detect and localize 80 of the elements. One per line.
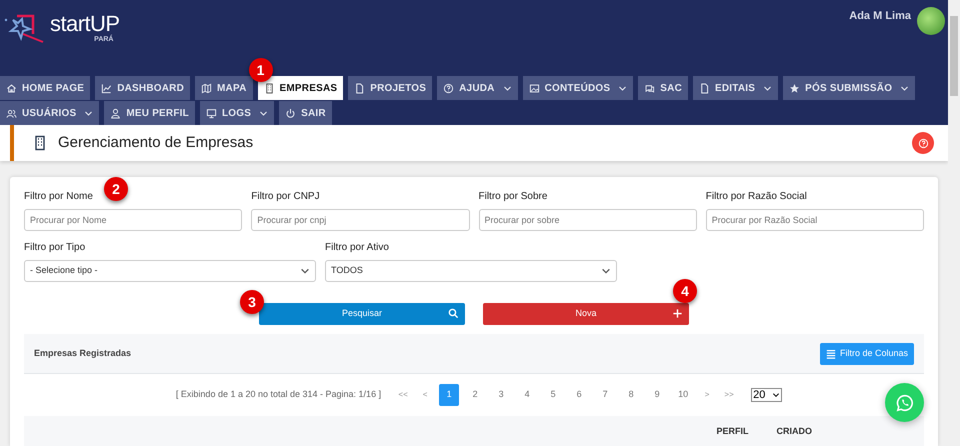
map-icon [201, 82, 212, 94]
step-number-badge: 2 [104, 177, 128, 201]
help-icon [918, 138, 928, 148]
field-label: Filtro por Nome [24, 190, 93, 204]
document-icon [354, 82, 366, 94]
help-icon [443, 82, 454, 94]
page-link[interactable]: 1 [439, 384, 460, 406]
power-icon [285, 108, 296, 118]
list-icon [826, 348, 836, 358]
text-input[interactable]: Procurar por cnpj [251, 209, 470, 231]
text-input[interactable]: Procurar por Nome [24, 209, 242, 231]
chevron-down-icon [601, 266, 611, 276]
nav-tab[interactable]: PROJETOS [348, 76, 432, 100]
field-label: Filtro por Ativo [325, 241, 390, 255]
field-label: Filtro por CNPJ [251, 190, 320, 204]
table-title: Empresas Registradas [34, 346, 132, 360]
user-icon [110, 108, 122, 118]
plus-icon [672, 308, 683, 319]
phone-chat-icon [896, 394, 914, 412]
last-page-link[interactable]: >> [721, 384, 738, 406]
nav-tab[interactable]: SAC [638, 76, 688, 100]
pagination-summary: [ Exibindo de 1 a 20 no total de 314 - Pagina: 1/16 ] [176, 388, 382, 402]
nav-tab[interactable]: LOGS [200, 101, 274, 125]
step-number-badge: 4 [673, 279, 697, 303]
monitor-icon [206, 108, 217, 118]
text-input[interactable]: Procurar por sobre [478, 209, 697, 231]
nav-tab[interactable]: EDITAIS [693, 76, 778, 100]
nav-tab[interactable]: AJUDA [437, 76, 518, 100]
step-number-badge: 1 [248, 58, 273, 82]
text-input[interactable]: Procurar por Razão Social [706, 209, 924, 231]
next-page-link[interactable]: > [699, 384, 716, 406]
page-link[interactable]: 6 [569, 384, 590, 406]
search-button[interactable]: Pesquisar [259, 303, 465, 325]
chevron-down-icon [300, 266, 310, 276]
accent-bar [10, 125, 14, 161]
dropdown-select[interactable]: - Selecione tipo - [24, 260, 316, 282]
search-icon [448, 308, 459, 319]
user-name[interactable]: Ada M Lima [849, 8, 911, 24]
column-filter-button[interactable]: Filtro de Colunas [820, 342, 914, 364]
nav-tab[interactable]: EMPRESAS [258, 76, 344, 100]
dropdown-select[interactable]: TODOS [325, 260, 617, 282]
users-icon [6, 108, 17, 118]
page-link[interactable]: 9 [647, 384, 668, 406]
field-label: Filtro por Razão Social [706, 190, 807, 204]
nav-tab[interactable]: HOME PAGE [0, 76, 90, 100]
nav-tab[interactable]: CONTEÚDOS [522, 76, 634, 100]
nav-tab[interactable]: MAPA [195, 76, 253, 100]
new-button[interactable]: Nova [483, 303, 689, 325]
document-icon [699, 82, 710, 94]
field-label: Filtro por Sobre [478, 190, 548, 204]
help-button[interactable] [912, 132, 934, 154]
star-icon [789, 82, 800, 94]
avatar[interactable] [917, 7, 945, 35]
page-link[interactable]: 2 [465, 384, 486, 406]
line-chart-icon [101, 82, 112, 94]
page-link[interactable]: 4 [517, 384, 538, 406]
page-link[interactable]: 10 [673, 384, 694, 406]
page-size-select[interactable]: 20 [751, 388, 782, 402]
chat-bubbles-icon [644, 82, 656, 94]
nav-tab[interactable]: DASHBOARD [95, 76, 190, 100]
house-icon [6, 82, 17, 94]
column-header: PERFIL [716, 426, 748, 436]
caret-icon [772, 391, 780, 399]
logo-text: startUP [50, 12, 120, 36]
step-number-badge: 3 [240, 290, 264, 314]
first-page-link[interactable]: << [395, 384, 412, 406]
building-icon [264, 82, 275, 94]
nav-tab[interactable]: PÓS SUBMISSÃO [783, 76, 916, 100]
nav-tab[interactable]: MEU PERFIL [104, 101, 195, 125]
page-link[interactable]: 7 [595, 384, 616, 406]
previous-page-link[interactable]: < [417, 384, 434, 406]
nav-tab[interactable]: SAIR [279, 101, 332, 125]
nav-tab[interactable]: USUÁRIOS [0, 101, 100, 125]
image-icon [528, 82, 540, 94]
page-link[interactable]: 8 [621, 384, 642, 406]
page-link[interactable]: 5 [543, 384, 564, 406]
field-label: Filtro por Tipo [24, 241, 86, 255]
page-link[interactable]: 3 [491, 384, 512, 406]
column-header: CRIADO [776, 426, 812, 436]
page-title: Gerenciamento de Empresas [58, 132, 254, 153]
